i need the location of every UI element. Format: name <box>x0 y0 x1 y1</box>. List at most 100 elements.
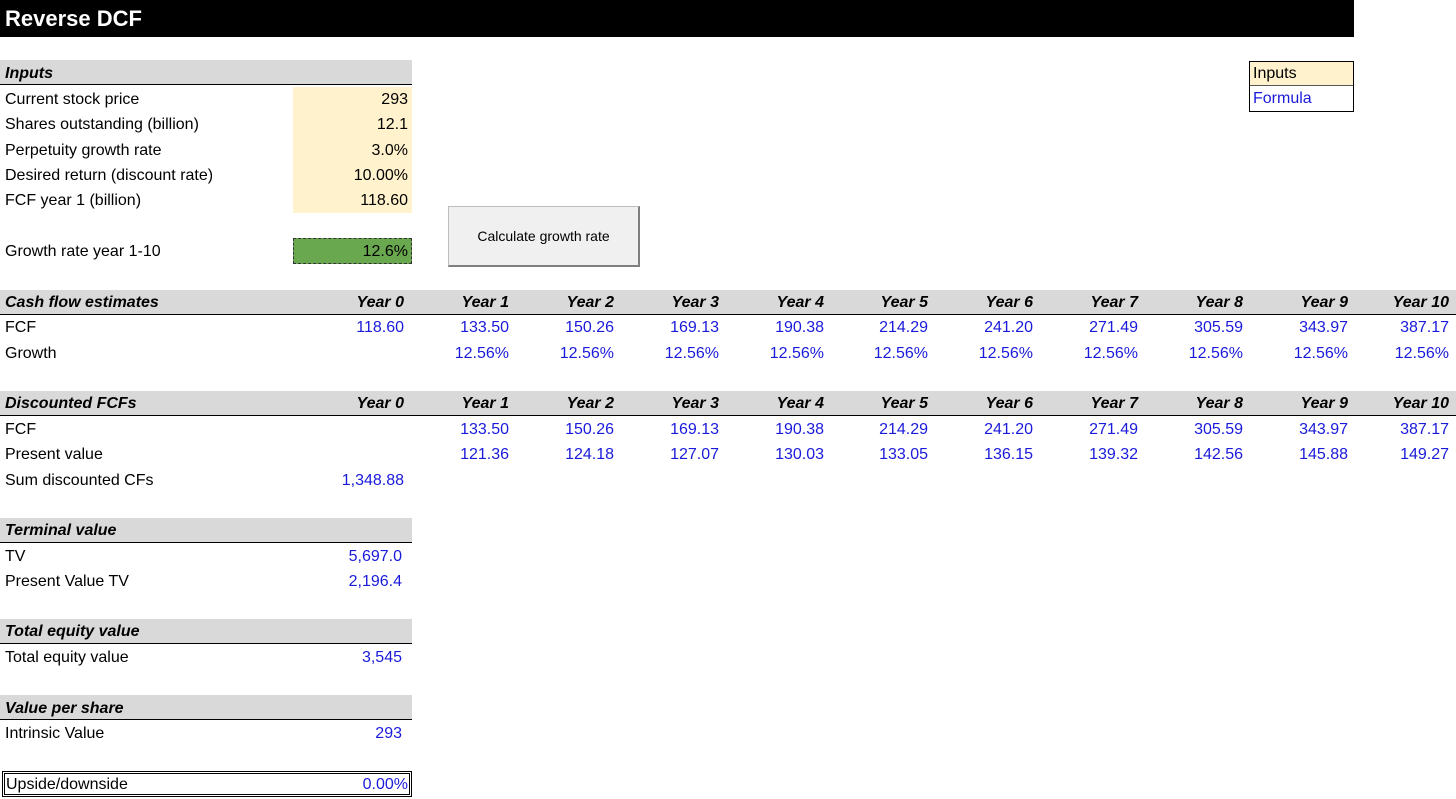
fcf-cell[interactable]: 387.17 <box>1351 315 1449 340</box>
input-cell[interactable]: 3.0% <box>293 138 408 163</box>
year-header: Year 7 <box>1090 395 1138 412</box>
discounted-fcf-cell[interactable]: 241.20 <box>935 417 1033 442</box>
input-label: FCF year 1 (billion) <box>5 192 142 209</box>
year-header: Year 0 <box>356 395 404 412</box>
growth-cell[interactable]: 12.56% <box>1250 341 1348 366</box>
equity-label: Total equity value <box>5 649 129 666</box>
year-header: Year 1 <box>461 395 509 412</box>
discounted-fcf-cell[interactable]: 190.38 <box>726 417 824 442</box>
growth-cell[interactable]: 12.56% <box>621 341 719 366</box>
year-header: Year 2 <box>566 395 614 412</box>
year-header: Year 10 <box>1392 294 1449 311</box>
input-cell[interactable]: 10.00% <box>293 163 408 188</box>
inputs-header: Inputs <box>5 65 53 82</box>
year-header: Year 10 <box>1392 395 1449 412</box>
fcf-cell[interactable]: 305.59 <box>1145 315 1243 340</box>
discounted-fcf-cell[interactable]: 305.59 <box>1145 417 1243 442</box>
legend-inputs: Inputs <box>1250 62 1353 86</box>
present-value-cell[interactable]: 127.07 <box>621 442 719 467</box>
row-label-fcf: FCF <box>5 421 37 438</box>
present-value-cell[interactable]: 149.27 <box>1351 442 1449 467</box>
per-share-header: Value per share <box>5 700 124 717</box>
tv-label: TV <box>5 548 26 565</box>
input-cell[interactable]: 118.60 <box>293 188 408 213</box>
fcf-cell[interactable]: 150.26 <box>516 315 614 340</box>
fcf-cell[interactable]: 169.13 <box>621 315 719 340</box>
fcf-cell[interactable]: 343.97 <box>1250 315 1348 340</box>
pv-tv-value[interactable]: 2,196.4 <box>293 569 402 594</box>
present-value-cell[interactable]: 121.36 <box>411 442 509 467</box>
growth-rate-label: Growth rate year 1-10 <box>5 243 161 260</box>
year-header: Year 1 <box>461 294 509 311</box>
year-header: Year 3 <box>671 294 719 311</box>
sum-discounted-value[interactable]: 1,348.88 <box>293 468 404 493</box>
equity-value[interactable]: 3,545 <box>293 645 402 670</box>
present-value-cell[interactable]: 136.15 <box>935 442 1033 467</box>
growth-cell[interactable]: 12.56% <box>830 341 928 366</box>
tv-value[interactable]: 5,697.0 <box>293 544 402 569</box>
fcf-cell[interactable]: 241.20 <box>935 315 1033 340</box>
growth-cell[interactable]: 12.56% <box>1351 341 1449 366</box>
year-header: Year 9 <box>1300 294 1348 311</box>
pv-tv-label: Present Value TV <box>5 573 129 590</box>
fcf-cell[interactable]: 118.60 <box>306 315 404 340</box>
input-label: Perpetuity growth rate <box>5 142 162 159</box>
row-label-sum: Sum discounted CFs <box>5 472 154 489</box>
intrinsic-value[interactable]: 293 <box>293 721 402 746</box>
year-header: Year 8 <box>1195 395 1243 412</box>
present-value-cell[interactable]: 139.32 <box>1040 442 1138 467</box>
year-header: Year 4 <box>776 294 824 311</box>
year-header: Year 9 <box>1300 395 1348 412</box>
fcf-cell[interactable]: 271.49 <box>1040 315 1138 340</box>
discounted-fcf-cell[interactable]: 150.26 <box>516 417 614 442</box>
year-header: Year 4 <box>776 395 824 412</box>
year-header: Year 6 <box>985 395 1033 412</box>
intrinsic-value-label: Intrinsic Value <box>5 725 105 742</box>
upside-value[interactable]: 0.00% <box>293 772 408 797</box>
input-cell[interactable]: 293 <box>293 87 408 112</box>
present-value-cell[interactable]: 130.03 <box>726 442 824 467</box>
discounted-header: Discounted FCFs <box>5 395 137 412</box>
fcf-cell[interactable]: 214.29 <box>830 315 928 340</box>
present-value-cell[interactable]: 133.05 <box>830 442 928 467</box>
growth-cell[interactable]: 12.56% <box>935 341 1033 366</box>
year-header: Year 0 <box>356 294 404 311</box>
discounted-fcf-cell[interactable]: 169.13 <box>621 417 719 442</box>
discounted-fcf-cell[interactable]: 271.49 <box>1040 417 1138 442</box>
equity-header: Total equity value <box>5 623 140 640</box>
input-label: Desired return (discount rate) <box>5 167 214 184</box>
discounted-fcf-cell[interactable]: 133.50 <box>411 417 509 442</box>
inputs-header-band <box>0 60 412 85</box>
discounted-fcf-cell[interactable]: 214.29 <box>830 417 928 442</box>
growth-cell[interactable]: 12.56% <box>1040 341 1138 366</box>
terminal-header: Terminal value <box>5 522 117 539</box>
growth-cell[interactable]: 12.56% <box>1145 341 1243 366</box>
upside-label: Upside/downside <box>6 776 128 793</box>
year-header: Year 8 <box>1195 294 1243 311</box>
present-value-cell[interactable]: 142.56 <box>1145 442 1243 467</box>
growth-cell[interactable]: 12.56% <box>411 341 509 366</box>
row-label-present-value: Present value <box>5 446 103 463</box>
row-label-growth: Growth <box>5 345 57 362</box>
legend-formula: Formula <box>1253 90 1312 107</box>
input-cell[interactable]: 12.1 <box>293 112 408 137</box>
year-header: Year 6 <box>985 294 1033 311</box>
input-label: Current stock price <box>5 91 140 108</box>
growth-cell[interactable]: 12.56% <box>726 341 824 366</box>
cash-flow-header: Cash flow estimates <box>5 294 159 311</box>
present-value-cell[interactable]: 124.18 <box>516 442 614 467</box>
calculate-growth-rate-button[interactable]: Calculate growth rate <box>448 206 640 267</box>
present-value-cell[interactable]: 145.88 <box>1250 442 1348 467</box>
discounted-fcf-cell[interactable]: 387.17 <box>1351 417 1449 442</box>
row-label-fcf: FCF <box>5 319 37 336</box>
year-header: Year 2 <box>566 294 614 311</box>
year-header: Year 5 <box>880 294 928 311</box>
growth-cell[interactable]: 12.56% <box>516 341 614 366</box>
discounted-fcf-cell[interactable]: 343.97 <box>1250 417 1348 442</box>
fcf-cell[interactable]: 133.50 <box>411 315 509 340</box>
growth-rate-value: 12.6% <box>362 243 408 260</box>
fcf-cell[interactable]: 190.38 <box>726 315 824 340</box>
year-header: Year 5 <box>880 395 928 412</box>
year-header: Year 7 <box>1090 294 1138 311</box>
year-header: Year 3 <box>671 395 719 412</box>
